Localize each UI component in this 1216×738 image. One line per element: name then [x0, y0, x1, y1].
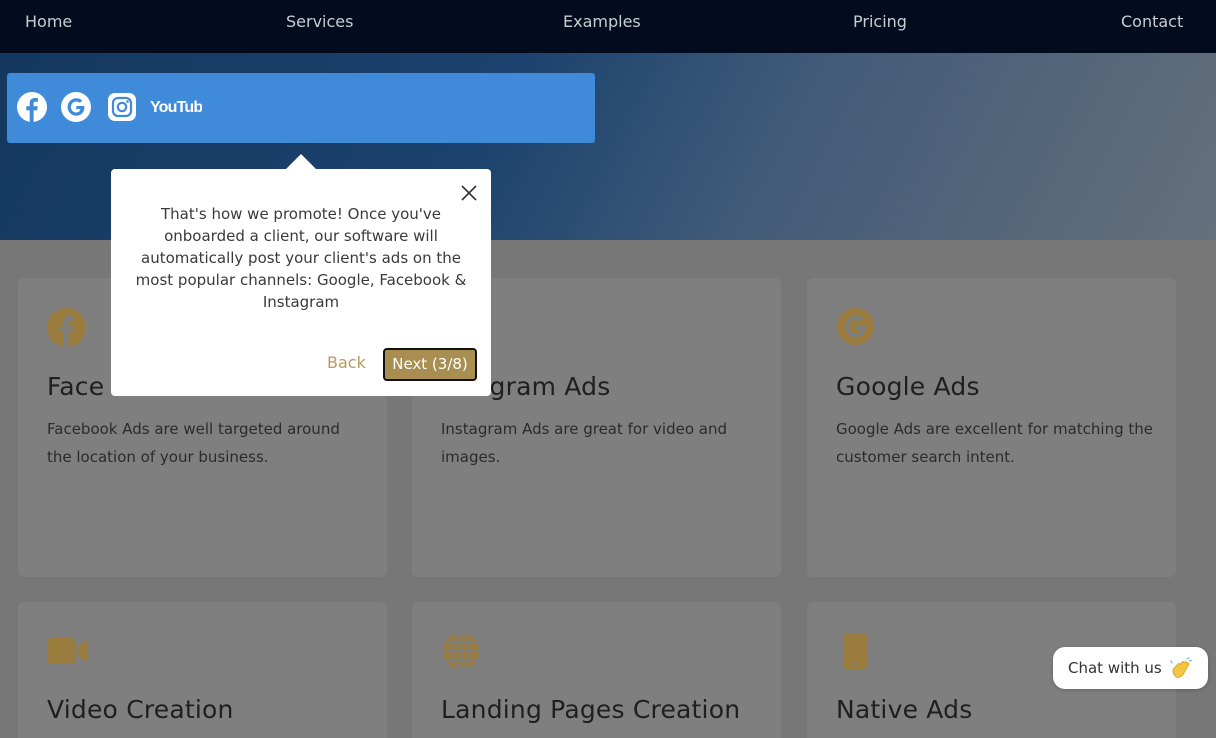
tooltip-next-button[interactable]: Next (3/8): [383, 348, 477, 381]
globe-icon: [443, 631, 479, 671]
nav-contact-link[interactable]: Contact: [1121, 12, 1183, 31]
card-title: Google Ads: [836, 372, 980, 401]
card-title: Video Creation: [47, 695, 234, 724]
card-description: Instagram Ads are great for video and im…: [441, 420, 727, 466]
tooltip-back-button[interactable]: Back: [327, 353, 366, 372]
video-camera-icon: [47, 638, 87, 664]
card-title: agram Ads: [474, 372, 611, 401]
nav-services-link[interactable]: Services: [286, 12, 353, 31]
chat-label: Chat with us: [1068, 659, 1162, 677]
service-card-landing-pages: Landing Pages Creation: [412, 602, 781, 738]
tooltip-message: That's how we promote! Once you've onboa…: [135, 205, 467, 311]
tooltip-arrow: [285, 154, 317, 170]
instagram-icon: [108, 93, 136, 121]
chat-widget-button[interactable]: Chat with us: [1053, 647, 1208, 689]
svg-text:YouTube: YouTube: [150, 99, 202, 116]
waving-hand-icon: [1170, 657, 1192, 678]
card-description: Facebook Ads are well targeted around th…: [47, 420, 340, 466]
onboarding-tooltip: That's how we promote! Once you've onboa…: [111, 169, 491, 396]
nav-home-link[interactable]: Home: [25, 12, 72, 31]
social-channels-bar: YouTube: [7, 73, 595, 143]
card-title: Native Ads: [836, 695, 973, 724]
close-icon[interactable]: [459, 183, 479, 203]
nav-examples-link[interactable]: Examples: [563, 12, 641, 31]
card-title: Face: [47, 372, 105, 401]
youtube-icon: YouTube: [150, 99, 202, 116]
mobile-phone-icon: [843, 633, 867, 669]
card-title: Landing Pages Creation: [441, 695, 741, 724]
google-icon: [837, 308, 874, 345]
facebook-icon: [17, 92, 47, 122]
facebook-icon: [47, 308, 86, 347]
top-navigation: Home Services Examples Pricing Contact: [0, 0, 1216, 53]
service-card-video: Video Creation: [18, 602, 387, 738]
nav-pricing-link[interactable]: Pricing: [853, 12, 907, 31]
google-icon: [61, 92, 91, 122]
card-description: Google Ads are excellent for matching th…: [836, 420, 1153, 466]
service-card-google: Google Ads Google Ads are excellent for …: [807, 278, 1176, 577]
